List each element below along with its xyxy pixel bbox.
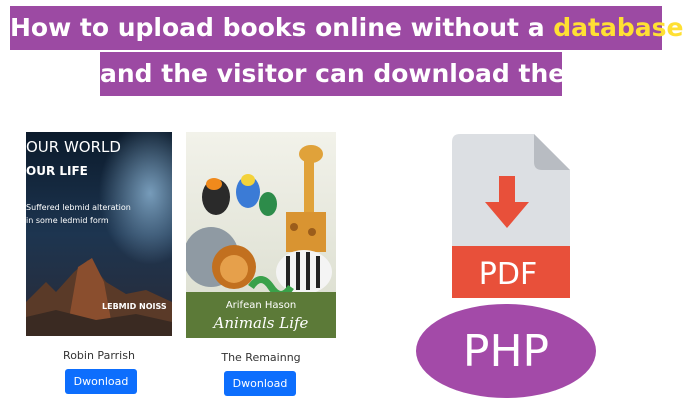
cover1-line4: in some ledmid form [26,216,109,225]
cover1-line3: Suffered lebmid alteration [26,203,131,212]
header-banner-line1: How to upload books online without a dat… [10,6,683,50]
book-cover-2-art: Arifean Hason Animals Life [186,132,336,338]
book-title-2: The Remainng [221,351,301,364]
book-cover-2[interactable]: Arifean Hason Animals Life [186,132,336,338]
download-button-1[interactable]: Dwonload [65,369,137,394]
pdf-download-icon: PDF [452,134,570,298]
cover1-author: LEBMID NOISS [102,302,167,311]
cover2-author: Arifean Hason [226,300,296,311]
cover2-title: Animals Life [212,314,309,332]
download-button-2[interactable]: Dwonload [224,371,296,396]
header-highlight-database: database [553,13,683,42]
php-label: PHP [462,325,550,377]
header-banner-line2: and the visitor can download them [100,52,591,96]
cover1-line2: OUR LIFE [26,164,88,178]
header-text-prefix: How to upload books online without a [10,13,554,42]
header-text-line2: and the visitor can download them [100,59,592,88]
book-cover-1[interactable]: OUR WORLD OUR LIFE Suffered lebmid alter… [26,132,172,336]
cover1-line1: OUR WORLD [26,138,121,156]
php-badge: PHP [416,304,596,398]
book-title-1: Robin Parrish [63,349,135,362]
book-cover-1-art: OUR WORLD OUR LIFE Suffered lebmid alter… [26,132,172,336]
pdf-label: PDF [479,257,537,292]
